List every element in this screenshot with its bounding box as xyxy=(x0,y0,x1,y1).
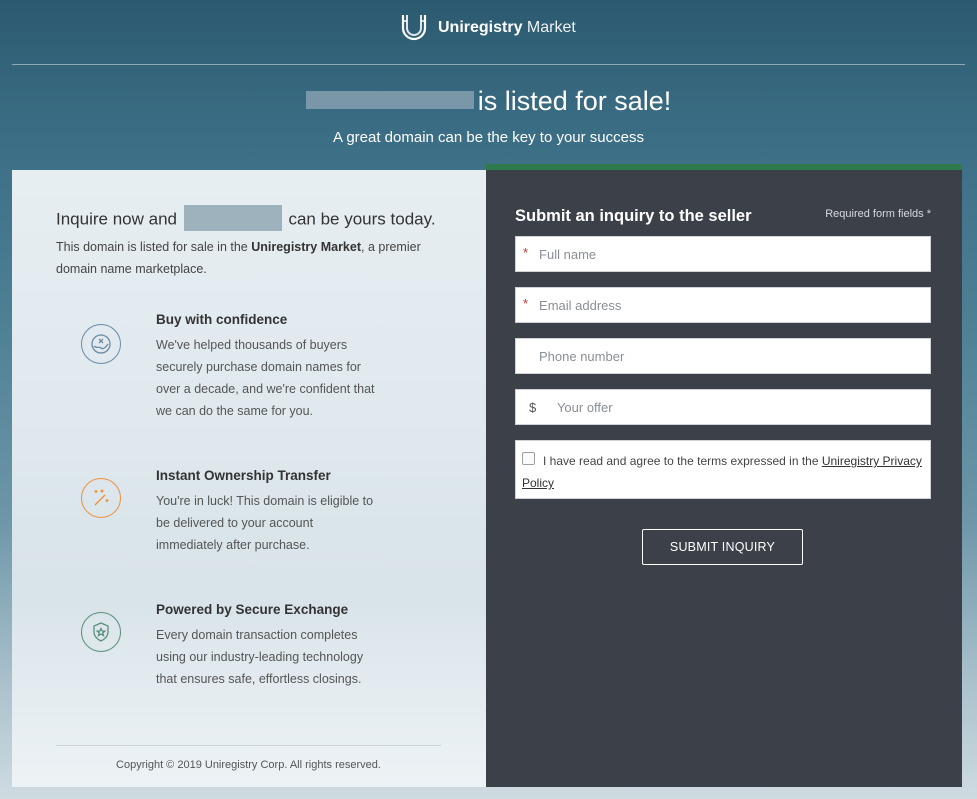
required-marker: * xyxy=(523,244,529,260)
full-name-input[interactable] xyxy=(539,237,930,271)
redacted-domain-name xyxy=(183,205,282,231)
feature-title: Powered by Secure Exchange xyxy=(156,602,349,617)
info-title-before: Inquire now and xyxy=(56,209,177,229)
terms-checkbox[interactable] xyxy=(522,452,535,466)
phone-field[interactable] xyxy=(515,338,931,374)
inquiry-form-panel: Submit an inquiry to the seller Required… xyxy=(486,164,962,787)
submit-inquiry-button[interactable]: SUBMIT INQUIRY xyxy=(642,529,803,565)
footer-divider xyxy=(56,745,441,746)
email-input[interactable] xyxy=(539,288,930,322)
phone-input[interactable] xyxy=(516,339,930,373)
brand-name-bold: Uniregistry xyxy=(438,19,523,36)
offer-field[interactable]: $ xyxy=(515,389,931,425)
feature-body: You're in luck! This domain is eligible … xyxy=(156,494,374,552)
hero-title-text: is listed for sale! xyxy=(477,86,672,116)
handshake-icon xyxy=(81,324,121,364)
required-fields-note: Required form fields * xyxy=(825,208,931,220)
info-title: Inquire now and can be yours today. xyxy=(56,205,436,233)
desc-market-name: Uniregistry Market xyxy=(251,240,361,254)
hero-subtitle: A great domain can be the key to your su… xyxy=(332,129,644,146)
info-title-after: can be yours today. xyxy=(288,209,436,229)
offer-input[interactable] xyxy=(556,390,930,424)
desc-text: This domain is listed for sale in the xyxy=(56,240,252,254)
magic-wand-icon xyxy=(81,478,121,518)
shield-star-icon xyxy=(81,612,121,652)
uniregistry-logo-icon xyxy=(401,15,427,41)
currency-symbol: $ xyxy=(529,399,537,415)
header: Uniregistry Market xyxy=(0,0,977,64)
header-divider xyxy=(12,64,965,65)
email-field[interactable]: * xyxy=(515,287,931,323)
terms-text: I have read and agree to the terms expre… xyxy=(543,454,822,468)
info-description: This domain is listed for sale in the Un… xyxy=(56,236,426,280)
brand-name-light: Market xyxy=(526,19,576,36)
redacted-domain-name xyxy=(305,90,474,109)
required-marker: * xyxy=(523,295,529,311)
full-name-field[interactable]: * xyxy=(515,236,931,272)
terms-agreement: I have read and agree to the terms expre… xyxy=(515,440,931,499)
info-panel: Inquire now and can be yours today. This… xyxy=(12,170,486,787)
feature-title: Instant Ownership Transfer xyxy=(156,468,331,483)
copyright-text: Copyright © 2019 Uniregistry Corp. All r… xyxy=(116,759,381,771)
feature-body: Every domain transaction completes using… xyxy=(156,628,364,686)
brand-logo[interactable]: Uniregistry Market xyxy=(400,13,576,43)
brand-name: Uniregistry Market xyxy=(438,19,576,37)
feature-title: Buy with confidence xyxy=(156,312,288,327)
form-title: Submit an inquiry to the seller xyxy=(515,207,752,225)
hero-title: is listed for sale! xyxy=(0,86,977,117)
feature-body: We've helped thousands of buyers securel… xyxy=(156,338,375,418)
